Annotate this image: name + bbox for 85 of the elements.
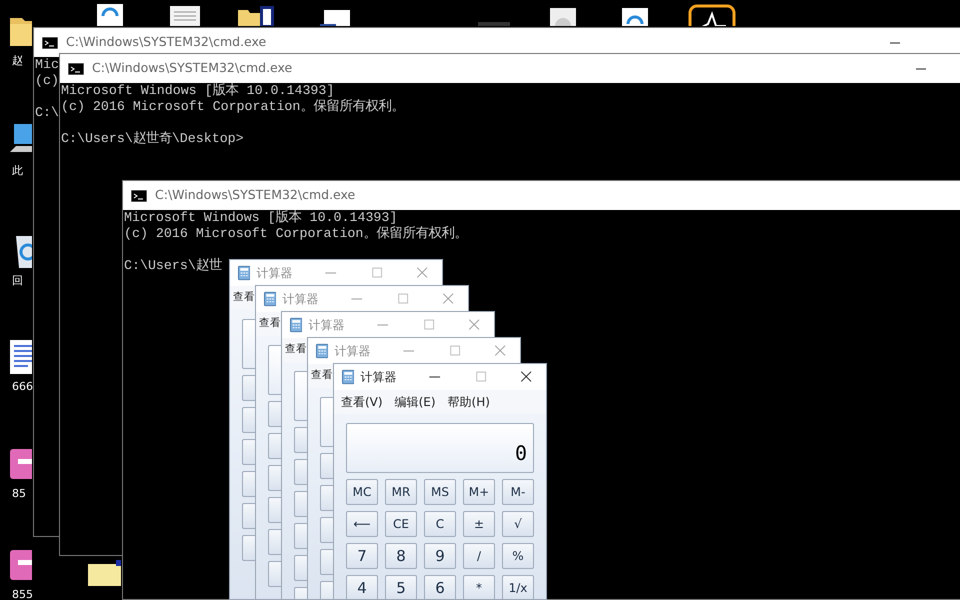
console-text: (c) 2016 Microsoft Corporation。保留所有权利。	[61, 99, 404, 115]
calculator-key[interactable]	[320, 549, 333, 575]
calculator-key[interactable]	[294, 491, 307, 517]
folder-icon[interactable]	[238, 4, 274, 26]
console-icon	[42, 36, 58, 48]
calculator-key[interactable]: 4	[346, 575, 378, 599]
calculator-key[interactable]: CE	[385, 511, 417, 537]
icon-label: 666	[11, 380, 33, 394]
calculator-key[interactable]: %	[502, 543, 534, 569]
window-title: C:\Windows\SYSTEM32\cmd.exe	[66, 33, 268, 52]
calculator-key[interactable]	[268, 529, 281, 555]
calculator-key[interactable]	[320, 453, 333, 479]
calculator-icon	[316, 343, 328, 359]
window-title: 计算器	[334, 343, 372, 360]
menu-item[interactable]: 查看	[285, 342, 307, 358]
calculator-key[interactable]: M-	[502, 479, 534, 505]
console-text: C:\	[35, 105, 59, 121]
console-text: (c) 2016 Microsoft Corporation。保留所有权利。	[124, 226, 468, 242]
calculator-key[interactable]	[268, 465, 281, 491]
calculator-key[interactable]: M+	[463, 479, 495, 505]
menu-item[interactable]: 查看	[259, 316, 281, 332]
calculator-key[interactable]	[320, 485, 333, 511]
window-title: 计算器	[256, 265, 294, 282]
calculator-key[interactable]	[242, 535, 255, 561]
calculator-key[interactable]: ⟵	[346, 511, 378, 537]
document-icon[interactable]	[8, 338, 32, 376]
icon-label: 此	[11, 164, 23, 178]
console-icon	[68, 62, 84, 74]
calculator-key[interactable]: 6	[424, 575, 456, 599]
calculator-key[interactable]: /	[463, 543, 495, 569]
calculator-key[interactable]	[268, 497, 281, 523]
calculator-key[interactable]: √	[502, 511, 534, 537]
calculator-key[interactable]	[268, 561, 281, 587]
calculator-key[interactable]: MC	[346, 479, 378, 505]
calculator-key[interactable]: C	[424, 511, 456, 537]
calculator-key[interactable]	[268, 401, 281, 427]
console-text: C:\Users\赵世奇\Desktop>	[61, 131, 244, 147]
window-title: C:\Windows\SYSTEM32\cmd.exe	[92, 59, 294, 78]
calculator-key[interactable]	[242, 375, 255, 401]
window-title: 计算器	[308, 317, 346, 334]
calculator-key[interactable]	[294, 523, 307, 549]
calculator-key[interactable]	[242, 407, 255, 433]
menu-item[interactable]: 查看(V)	[341, 393, 383, 411]
window-title: C:\Windows\SYSTEM32\cmd.exe	[155, 186, 356, 204]
calculator-key[interactable]: *	[463, 575, 495, 599]
console-text: Microsoft Windows [版本 10.0.14393]	[124, 210, 398, 226]
console-text: C:\Users\赵世	[124, 258, 222, 274]
calculator-key[interactable]: 7	[346, 543, 378, 569]
app-icon[interactable]	[688, 4, 736, 26]
console-text: (c)	[35, 73, 59, 89]
calculator-key[interactable]	[294, 427, 307, 453]
window-title: 计算器	[360, 369, 398, 386]
console-text: Mic	[35, 57, 59, 73]
calculator-icon	[290, 317, 302, 333]
calculator-key[interactable]: ±	[463, 511, 495, 537]
calculator-key[interactable]: 5	[385, 575, 417, 599]
menu-item[interactable]: 查看	[233, 290, 255, 306]
display-value: 0	[514, 442, 527, 464]
icon-label: 85	[11, 487, 26, 501]
icon-label: 赵	[11, 54, 23, 68]
calculator-key[interactable]	[320, 517, 333, 543]
console-icon	[131, 190, 147, 202]
icon-label: 855	[11, 588, 33, 600]
calculator-key[interactable]	[242, 503, 255, 529]
menu-item[interactable]: 查看	[311, 368, 333, 384]
calculator-key[interactable]	[268, 433, 281, 459]
window-title: 计算器	[282, 291, 320, 308]
console-text: Microsoft Windows [版本 10.0.14393]	[61, 83, 334, 99]
calculator-icon	[264, 291, 276, 307]
menu-item[interactable]: 编辑(E)	[394, 393, 436, 411]
calculator-key[interactable]: MS	[424, 479, 456, 505]
icon-label: 回	[11, 274, 23, 288]
image-icon[interactable]	[88, 560, 121, 588]
calculator-key[interactable]: 8	[385, 543, 417, 569]
calculator-icon	[342, 369, 354, 385]
calculator-key[interactable]	[242, 471, 255, 497]
document-icon[interactable]	[170, 4, 202, 26]
calculator-key[interactable]	[242, 439, 255, 465]
menu-item[interactable]: 帮助(H)	[448, 393, 490, 411]
calculator-key[interactable]: 9	[424, 543, 456, 569]
calculator-key[interactable]	[294, 459, 307, 485]
calculator-key[interactable]: 1/x	[502, 575, 534, 599]
calculator-icon	[238, 265, 250, 281]
calculator-key[interactable]: MR	[385, 479, 417, 505]
calculator-key[interactable]	[294, 555, 307, 581]
